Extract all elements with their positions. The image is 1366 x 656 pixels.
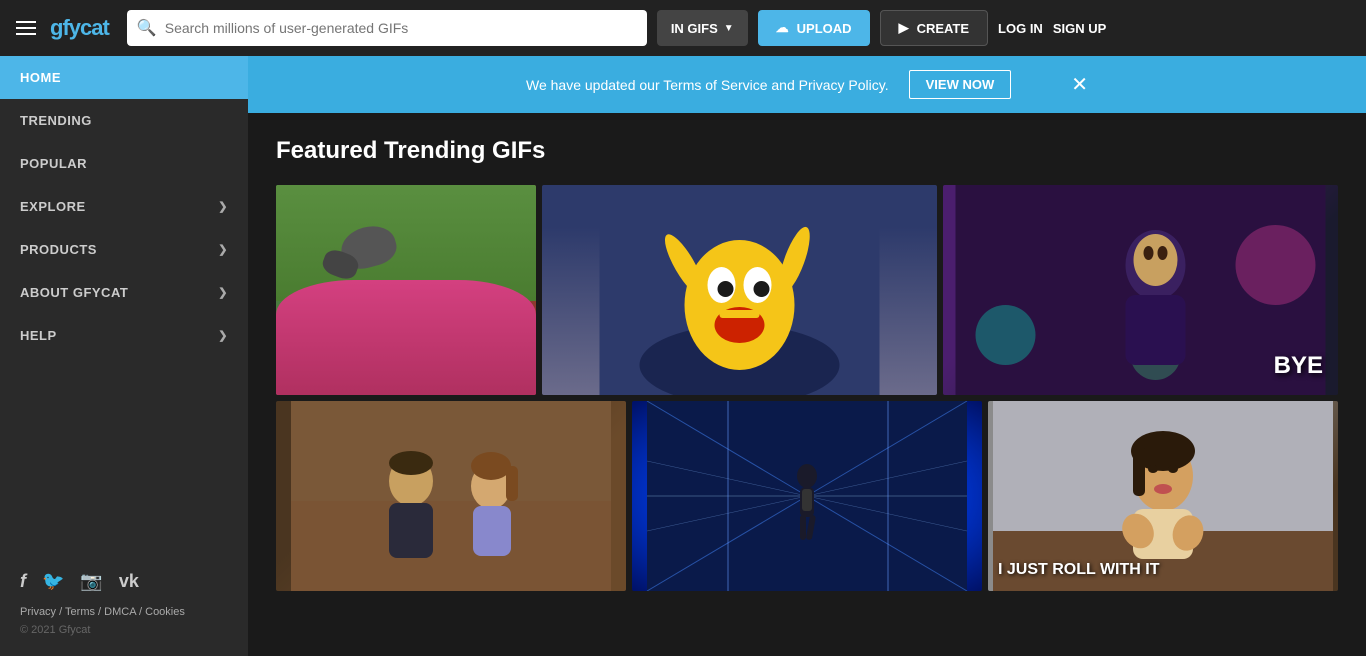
sidebar-item-about[interactable]: ABOUT GFYCAT ❯ (0, 271, 248, 314)
sidebar-item-popular[interactable]: POPULAR (0, 142, 248, 185)
sidebar-item-trending[interactable]: TRENDING (0, 99, 248, 142)
sidebar-item-products[interactable]: PRODUCTS ❯ (0, 228, 248, 271)
announcement-banner: We have updated our Terms of Service and… (248, 56, 1366, 113)
gif-item-dog[interactable] (276, 185, 536, 395)
search-bar: 🔍 (127, 10, 647, 46)
privacy-link[interactable]: Privacy (20, 606, 56, 618)
gif-item-loki[interactable]: BYE (943, 185, 1338, 395)
search-type-button[interactable]: IN GIFS ▼ (657, 10, 748, 46)
content-area: We have updated our Terms of Service and… (248, 56, 1366, 656)
sidebar-label-trending: TRENDING (20, 113, 92, 128)
top-navigation: gfycat 🔍 IN GIFS ▼ ☁ UPLOAD ▶ CREATE LOG… (0, 0, 1366, 56)
cookies-link[interactable]: Cookies (145, 606, 185, 618)
sidebar-footer: f 🐦 📷 vk Privacy / Terms / DMCA / Cookie… (0, 551, 248, 656)
create-label: CREATE (917, 21, 969, 36)
site-logo[interactable]: gfycat (50, 15, 109, 41)
search-input[interactable] (165, 20, 637, 36)
sidebar-item-explore[interactable]: EXPLORE ❯ (0, 185, 248, 228)
banner-text: We have updated our Terms of Service and… (526, 77, 889, 93)
gif-area: Featured Trending GIFs (248, 113, 1366, 615)
gif-grid-bottom: I JUST ROLL WITH IT (276, 401, 1338, 591)
search-icon: 🔍 (137, 18, 157, 38)
copyright: © 2021 Gfycat (20, 624, 228, 636)
sidebar-label-explore: EXPLORE (20, 199, 86, 214)
sidebar-label-help: HELP (20, 328, 57, 343)
facebook-icon[interactable]: f (20, 571, 26, 592)
sidebar-label-home: HOME (20, 70, 61, 85)
roll-with-it-text: I JUST ROLL WITH IT (998, 561, 1159, 579)
search-type-label: IN GIFS (671, 21, 718, 36)
dmca-link[interactable]: DMCA (104, 606, 136, 618)
sidebar-label-products: PRODUCTS (20, 242, 97, 257)
login-button[interactable]: LOG IN (998, 21, 1043, 36)
upload-label: UPLOAD (797, 21, 852, 36)
vk-icon[interactable]: vk (119, 571, 139, 592)
sidebar: HOME TRENDING POPULAR EXPLORE ❯ PRODUCTS… (0, 56, 248, 656)
gif-grid-top: BYE (276, 185, 1338, 395)
chevron-down-icon: ❯ (218, 329, 228, 342)
signup-button[interactable]: SIGN UP (1053, 21, 1106, 36)
upload-cloud-icon: ☁ (776, 20, 789, 36)
footer-links: Privacy / Terms / DMCA / Cookies (20, 606, 228, 618)
main-layout: HOME TRENDING POPULAR EXPLORE ❯ PRODUCTS… (0, 56, 1366, 656)
chevron-down-icon: ▼ (724, 23, 734, 34)
sidebar-item-home[interactable]: HOME (0, 56, 248, 99)
sidebar-item-help[interactable]: HELP ❯ (0, 314, 248, 357)
instagram-icon[interactable]: 📷 (80, 571, 102, 592)
gif-item-dance[interactable] (632, 401, 982, 591)
twitter-icon[interactable]: 🐦 (42, 571, 64, 592)
create-icon: ▶ (899, 20, 909, 36)
bye-text: BYE (1274, 352, 1323, 380)
hamburger-menu[interactable] (12, 17, 40, 39)
gif-item-kim[interactable]: I JUST ROLL WITH IT (988, 401, 1338, 591)
sidebar-label-popular: POPULAR (20, 156, 87, 171)
create-button[interactable]: ▶ CREATE (880, 10, 988, 46)
sidebar-label-about: ABOUT GFYCAT (20, 285, 128, 300)
section-title: Featured Trending GIFs (276, 137, 1338, 165)
chevron-down-icon: ❯ (218, 243, 228, 256)
social-icons: f 🐦 📷 vk (20, 571, 228, 592)
view-now-button[interactable]: VIEW NOW (909, 70, 1012, 99)
gif-item-cartoon[interactable] (542, 185, 937, 395)
chevron-down-icon: ❯ (218, 286, 228, 299)
chevron-down-icon: ❯ (218, 200, 228, 213)
close-icon[interactable]: ✕ (1071, 75, 1088, 95)
gif-item-friends[interactable] (276, 401, 626, 591)
upload-button[interactable]: ☁ UPLOAD (758, 10, 870, 46)
terms-link[interactable]: Terms (65, 606, 95, 618)
